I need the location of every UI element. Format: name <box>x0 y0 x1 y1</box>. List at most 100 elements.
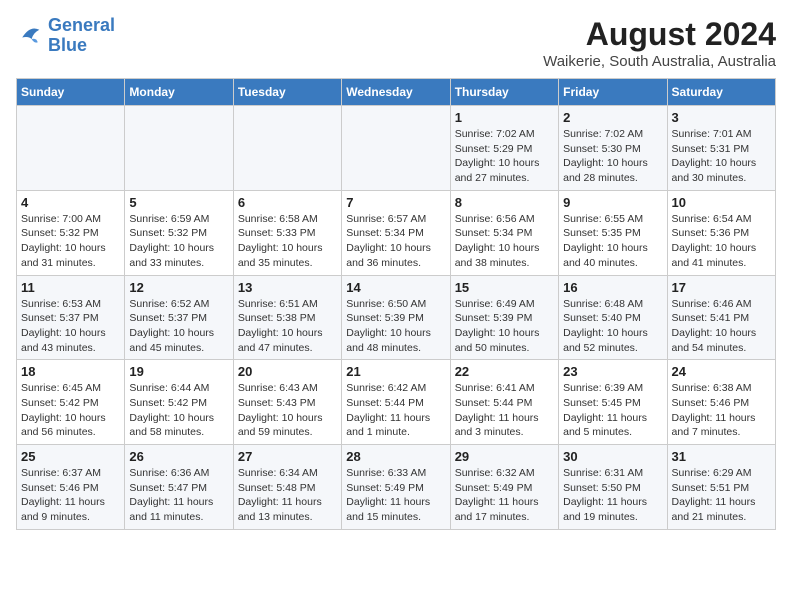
day-number: 24 <box>672 364 771 379</box>
day-number: 20 <box>238 364 337 379</box>
day-info: Sunrise: 7:00 AM Sunset: 5:32 PM Dayligh… <box>21 212 120 271</box>
day-info: Sunrise: 6:52 AM Sunset: 5:37 PM Dayligh… <box>129 297 228 356</box>
day-number: 12 <box>129 280 228 295</box>
calendar-cell: 31 Sunrise: 6:29 AM Sunset: 5:51 PM Dayli… <box>667 445 775 530</box>
calendar-cell: 10 Sunrise: 6:54 AM Sunset: 5:36 PM Dayli… <box>667 190 775 275</box>
calendar-cell: 3Sunrise: 7:01 AM Sunset: 5:31 PM Daylig… <box>667 106 775 191</box>
day-info: Sunrise: 6:41 AM Sunset: 5:44 PM Dayligh… <box>455 381 554 440</box>
calendar-cell: 23 Sunrise: 6:39 AM Sunset: 5:45 PM Dayli… <box>559 360 667 445</box>
day-number: 17 <box>672 280 771 295</box>
calendar-cell <box>233 106 341 191</box>
day-info: Sunrise: 6:50 AM Sunset: 5:39 PM Dayligh… <box>346 297 445 356</box>
page-header: General Blue August 2024 Waikerie, South… <box>16 16 776 70</box>
day-info: Sunrise: 6:42 AM Sunset: 5:44 PM Dayligh… <box>346 381 445 440</box>
day-info: Sunrise: 6:49 AM Sunset: 5:39 PM Dayligh… <box>455 297 554 356</box>
calendar-cell: 24 Sunrise: 6:38 AM Sunset: 5:46 PM Dayli… <box>667 360 775 445</box>
day-info: Sunrise: 6:29 AM Sunset: 5:51 PM Dayligh… <box>672 466 771 525</box>
page-subtitle: Waikerie, South Australia, Australia <box>543 53 776 70</box>
day-info: Sunrise: 6:32 AM Sunset: 5:49 PM Dayligh… <box>455 466 554 525</box>
calendar-cell: 5 Sunrise: 6:59 AM Sunset: 5:32 PM Daylig… <box>125 190 233 275</box>
day-number: 8 <box>455 195 554 210</box>
calendar-cell: 27Sunrise: 6:34 AM Sunset: 5:48 PM Dayli… <box>233 445 341 530</box>
column-header-wednesday: Wednesday <box>342 79 450 106</box>
day-number: 13 <box>238 280 337 295</box>
calendar-cell: 17 Sunrise: 6:46 AM Sunset: 5:41 PM Dayli… <box>667 275 775 360</box>
calendar-cell: 21 Sunrise: 6:42 AM Sunset: 5:44 PM Dayli… <box>342 360 450 445</box>
calendar-cell: 11 Sunrise: 6:53 AM Sunset: 5:37 PM Dayli… <box>17 275 125 360</box>
day-number: 30 <box>563 449 662 464</box>
calendar-week-3: 11 Sunrise: 6:53 AM Sunset: 5:37 PM Dayli… <box>17 275 776 360</box>
day-info: Sunrise: 6:57 AM Sunset: 5:34 PM Dayligh… <box>346 212 445 271</box>
logo: General Blue <box>16 16 115 56</box>
calendar-cell: 13 Sunrise: 6:51 AM Sunset: 5:38 PM Dayli… <box>233 275 341 360</box>
day-number: 15 <box>455 280 554 295</box>
column-header-friday: Friday <box>559 79 667 106</box>
day-number: 9 <box>563 195 662 210</box>
calendar-cell: 22 Sunrise: 6:41 AM Sunset: 5:44 PM Dayli… <box>450 360 558 445</box>
day-number: 16 <box>563 280 662 295</box>
day-info: Sunrise: 6:58 AM Sunset: 5:33 PM Dayligh… <box>238 212 337 271</box>
calendar-cell: 28Sunrise: 6:33 AM Sunset: 5:49 PM Dayli… <box>342 445 450 530</box>
calendar-cell: 25Sunrise: 6:37 AM Sunset: 5:46 PM Dayli… <box>17 445 125 530</box>
calendar-cell: 15 Sunrise: 6:49 AM Sunset: 5:39 PM Dayli… <box>450 275 558 360</box>
day-info: Sunrise: 6:39 AM Sunset: 5:45 PM Dayligh… <box>563 381 662 440</box>
calendar-cell: 9 Sunrise: 6:55 AM Sunset: 5:35 PM Daylig… <box>559 190 667 275</box>
logo-line1: General <box>48 15 115 35</box>
day-number: 29 <box>455 449 554 464</box>
day-number: 3 <box>672 110 771 125</box>
day-number: 22 <box>455 364 554 379</box>
calendar-header-row: SundayMondayTuesdayWednesdayThursdayFrid… <box>17 79 776 106</box>
column-header-saturday: Saturday <box>667 79 775 106</box>
day-number: 23 <box>563 364 662 379</box>
calendar-cell: 29 Sunrise: 6:32 AM Sunset: 5:49 PM Dayli… <box>450 445 558 530</box>
logo-icon <box>16 22 44 50</box>
day-number: 2 <box>563 110 662 125</box>
calendar-cell: 4 Sunrise: 7:00 AM Sunset: 5:32 PM Daylig… <box>17 190 125 275</box>
calendar-cell: 8 Sunrise: 6:56 AM Sunset: 5:34 PM Daylig… <box>450 190 558 275</box>
day-info: Sunrise: 6:55 AM Sunset: 5:35 PM Dayligh… <box>563 212 662 271</box>
calendar-cell: 7Sunrise: 6:57 AM Sunset: 5:34 PM Daylig… <box>342 190 450 275</box>
day-info: Sunrise: 6:31 AM Sunset: 5:50 PM Dayligh… <box>563 466 662 525</box>
page-title: August 2024 <box>543 16 776 53</box>
column-header-monday: Monday <box>125 79 233 106</box>
day-number: 27 <box>238 449 337 464</box>
calendar-cell: 18Sunrise: 6:45 AM Sunset: 5:42 PM Dayli… <box>17 360 125 445</box>
title-block: August 2024 Waikerie, South Australia, A… <box>543 16 776 70</box>
day-info: Sunrise: 7:02 AM Sunset: 5:29 PM Dayligh… <box>455 127 554 186</box>
day-number: 11 <box>21 280 120 295</box>
column-header-sunday: Sunday <box>17 79 125 106</box>
column-header-thursday: Thursday <box>450 79 558 106</box>
calendar-cell: 14 Sunrise: 6:50 AM Sunset: 5:39 PM Dayli… <box>342 275 450 360</box>
calendar-cell: 20Sunrise: 6:43 AM Sunset: 5:43 PM Dayli… <box>233 360 341 445</box>
day-info: Sunrise: 6:51 AM Sunset: 5:38 PM Dayligh… <box>238 297 337 356</box>
calendar-cell: 1Sunrise: 7:02 AM Sunset: 5:29 PM Daylig… <box>450 106 558 191</box>
day-number: 6 <box>238 195 337 210</box>
day-info: Sunrise: 6:37 AM Sunset: 5:46 PM Dayligh… <box>21 466 120 525</box>
day-number: 4 <box>21 195 120 210</box>
calendar-week-4: 18Sunrise: 6:45 AM Sunset: 5:42 PM Dayli… <box>17 360 776 445</box>
day-info: Sunrise: 6:33 AM Sunset: 5:49 PM Dayligh… <box>346 466 445 525</box>
day-number: 31 <box>672 449 771 464</box>
day-number: 19 <box>129 364 228 379</box>
calendar-cell <box>125 106 233 191</box>
day-number: 14 <box>346 280 445 295</box>
day-info: Sunrise: 6:59 AM Sunset: 5:32 PM Dayligh… <box>129 212 228 271</box>
calendar-cell: 19 Sunrise: 6:44 AM Sunset: 5:42 PM Dayli… <box>125 360 233 445</box>
day-number: 10 <box>672 195 771 210</box>
calendar-week-5: 25Sunrise: 6:37 AM Sunset: 5:46 PM Dayli… <box>17 445 776 530</box>
day-info: Sunrise: 6:53 AM Sunset: 5:37 PM Dayligh… <box>21 297 120 356</box>
day-number: 5 <box>129 195 228 210</box>
day-info: Sunrise: 6:56 AM Sunset: 5:34 PM Dayligh… <box>455 212 554 271</box>
logo-line2: Blue <box>48 35 87 55</box>
day-info: Sunrise: 6:54 AM Sunset: 5:36 PM Dayligh… <box>672 212 771 271</box>
column-header-tuesday: Tuesday <box>233 79 341 106</box>
day-number: 26 <box>129 449 228 464</box>
logo-text: General Blue <box>48 16 115 56</box>
day-info: Sunrise: 6:44 AM Sunset: 5:42 PM Dayligh… <box>129 381 228 440</box>
day-info: Sunrise: 7:02 AM Sunset: 5:30 PM Dayligh… <box>563 127 662 186</box>
day-info: Sunrise: 6:38 AM Sunset: 5:46 PM Dayligh… <box>672 381 771 440</box>
day-info: Sunrise: 6:46 AM Sunset: 5:41 PM Dayligh… <box>672 297 771 356</box>
day-number: 21 <box>346 364 445 379</box>
calendar-cell: 16Sunrise: 6:48 AM Sunset: 5:40 PM Dayli… <box>559 275 667 360</box>
calendar-week-1: 1Sunrise: 7:02 AM Sunset: 5:29 PM Daylig… <box>17 106 776 191</box>
